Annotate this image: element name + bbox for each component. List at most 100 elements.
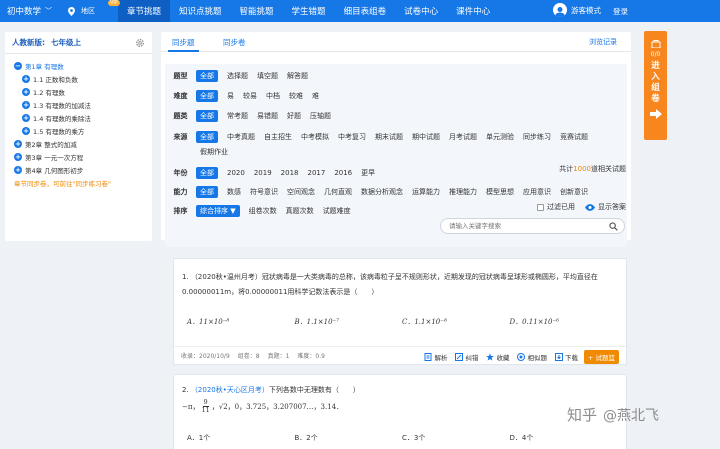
filter-option[interactable]: 填空题 <box>257 71 278 81</box>
expand-icon[interactable]: + <box>14 165 22 174</box>
tree-node-1-5[interactable]: +1.5 有理数的乘方 <box>14 124 152 137</box>
search-input[interactable] <box>449 219 599 233</box>
show-answer-toggle[interactable]: 显示答案 <box>598 202 626 212</box>
download-button[interactable]: 下载 <box>554 352 578 362</box>
filter-option[interactable]: 数据分析观念 <box>361 187 403 197</box>
filter-option[interactable]: 自主招生 <box>264 132 292 142</box>
filter-option[interactable]: 2016 <box>334 169 352 177</box>
filter-option[interactable]: 期末试题 <box>375 132 403 142</box>
filter-option[interactable]: 易 <box>227 91 234 101</box>
filter-option[interactable]: 较易 <box>243 91 257 101</box>
browse-history-link[interactable]: 浏览记录 <box>589 37 617 47</box>
filter-option[interactable]: 中考复习 <box>338 132 366 142</box>
filter-option[interactable]: 全部 <box>196 69 218 82</box>
nav-chapter[interactable]: 章节挑题 <box>118 0 171 22</box>
tree-node-1-4[interactable]: +1.4 有理数的乘除法 <box>14 111 152 124</box>
sync-paper-tip[interactable]: 章节同步卷，可前往"同步练习卷" <box>14 178 152 188</box>
filter-option[interactable]: 创新意识 <box>560 187 588 197</box>
nav-paper-center[interactable]: 试卷中心 <box>395 0 447 22</box>
tree-node-label: 第3章 一元一次方程 <box>25 153 84 162</box>
textbook-header[interactable]: 人教新版: 七年级上 <box>5 32 152 54</box>
filter-used-label[interactable]: 过滤已用 <box>547 202 575 212</box>
filter-option[interactable]: 全部 <box>196 109 218 122</box>
filter-option[interactable]: 2017 <box>307 169 325 177</box>
filter-option[interactable]: 难 <box>312 91 319 101</box>
top-nav: 初中数学 ﹀ 地区 VIP 章节挑题 知识点挑题 智能挑题 学生错题 细目表组卷… <box>0 0 720 22</box>
expand-icon[interactable]: + <box>14 139 22 148</box>
expand-icon[interactable]: + <box>14 152 22 161</box>
expand-icon[interactable]: + <box>22 113 30 122</box>
gear-icon[interactable] <box>135 38 145 48</box>
nav-wrong[interactable]: 学生错题 <box>283 0 335 22</box>
filter-option[interactable]: 中档 <box>266 91 280 101</box>
filter-option[interactable]: 选择题 <box>227 71 248 81</box>
filter-option[interactable]: 同步练习 <box>523 132 551 142</box>
report-error-button[interactable]: 纠错 <box>455 352 478 362</box>
filter-option[interactable]: 推理能力 <box>449 187 477 197</box>
filter-option[interactable]: 数感 <box>227 187 241 197</box>
filter-option[interactable]: 几何直观 <box>324 187 352 197</box>
tree-node-1-1[interactable]: +1.1 正数和负数 <box>14 72 152 85</box>
tree-node-1-3[interactable]: +1.3 有理数的加减法 <box>14 98 152 111</box>
tree-node-ch1[interactable]: − 第1章 有理数 <box>14 59 152 72</box>
filter-option[interactable]: 全部 <box>196 130 218 143</box>
filter-option[interactable]: 中考模拟 <box>301 132 329 142</box>
tree-node-ch4[interactable]: + 第4章 几何图形初步 <box>14 163 152 176</box>
filter-option[interactable]: 月考试题 <box>449 132 477 142</box>
filter-option[interactable]: 应用意识 <box>523 187 551 197</box>
expand-icon[interactable]: + <box>22 126 30 135</box>
nav-knowledge[interactable]: 知识点挑题 <box>170 0 231 22</box>
tree-node-ch3[interactable]: + 第3章 一元一次方程 <box>14 150 152 163</box>
tab-sync-questions[interactable]: 同步题 <box>168 37 198 52</box>
filter-option[interactable]: 2019 <box>254 169 272 177</box>
expand-icon[interactable]: + <box>22 87 30 96</box>
collapse-icon[interactable]: − <box>14 61 22 70</box>
filter-option[interactable]: 运算能力 <box>412 187 440 197</box>
nav-smart[interactable]: 智能挑题 <box>231 0 283 22</box>
eye-icon[interactable] <box>585 203 595 211</box>
filter-option[interactable]: 解答题 <box>287 71 308 81</box>
filter-option[interactable]: 假期作业 <box>200 147 228 157</box>
filter-option[interactable]: 好题 <box>287 111 301 121</box>
expand-icon[interactable]: + <box>22 100 30 109</box>
guest-user[interactable]: 游客模式 <box>553 3 601 17</box>
filter-option[interactable]: 模型思想 <box>486 187 514 197</box>
search-icon[interactable] <box>609 222 618 231</box>
nav-detail-table[interactable]: 细目表组卷 <box>335 0 396 22</box>
enter-paper-button[interactable]: 0/0 进 入 组 卷 <box>644 31 667 140</box>
sort-option[interactable]: 真题次数 <box>286 206 314 216</box>
filter-option[interactable]: 常考题 <box>227 111 248 121</box>
filter-option[interactable]: 竞赛试题 <box>560 132 588 142</box>
sort-dropdown[interactable]: 综合排序 ▼ <box>196 204 240 217</box>
filter-option[interactable]: 期中试题 <box>412 132 440 142</box>
filter-option[interactable]: 2020 <box>227 169 245 177</box>
login-link[interactable]: 登录 <box>613 6 628 17</box>
sort-option[interactable]: 组卷次数 <box>249 206 277 216</box>
favorite-button[interactable]: 收藏 <box>486 352 509 362</box>
expand-icon[interactable]: + <box>22 74 30 83</box>
filter-option[interactable]: 空间观念 <box>287 187 315 197</box>
filter-option[interactable]: 易错题 <box>257 111 278 121</box>
sort-option[interactable]: 试题难度 <box>323 206 351 216</box>
filter-used-checkbox[interactable] <box>537 203 544 211</box>
subject-selector[interactable]: 初中数学 ﹀ <box>0 5 66 17</box>
filter-option[interactable]: 更早 <box>361 168 375 178</box>
nav-courseware[interactable]: 课件中心 <box>447 0 499 22</box>
add-to-basket-button[interactable]: + 试题篮 <box>583 350 619 364</box>
filter-option[interactable]: 全部 <box>196 166 218 179</box>
analysis-button[interactable]: 解析 <box>424 352 447 362</box>
filter-option[interactable]: 压轴题 <box>310 111 331 121</box>
filter-option[interactable]: 2018 <box>281 169 299 177</box>
tree-node-ch2[interactable]: + 第2章 整式的加减 <box>14 137 152 150</box>
similar-button[interactable]: 相似题 <box>517 352 547 362</box>
tab-sync-papers[interactable]: 同步卷 <box>223 37 246 48</box>
tree-node-1-2[interactable]: +1.2 有理数 <box>14 85 152 98</box>
filter-option[interactable]: 全部 <box>196 89 218 102</box>
question-source[interactable]: （2020秋•天心区月考） <box>191 386 269 394</box>
filter-option[interactable]: 中考真题 <box>227 132 255 142</box>
filter-option[interactable]: 单元测验 <box>486 132 514 142</box>
filter-option[interactable]: 符号意识 <box>250 187 278 197</box>
region-selector[interactable]: 地区 VIP <box>66 0 120 16</box>
filter-option[interactable]: 全部 <box>196 185 218 198</box>
filter-option[interactable]: 较难 <box>289 91 303 101</box>
